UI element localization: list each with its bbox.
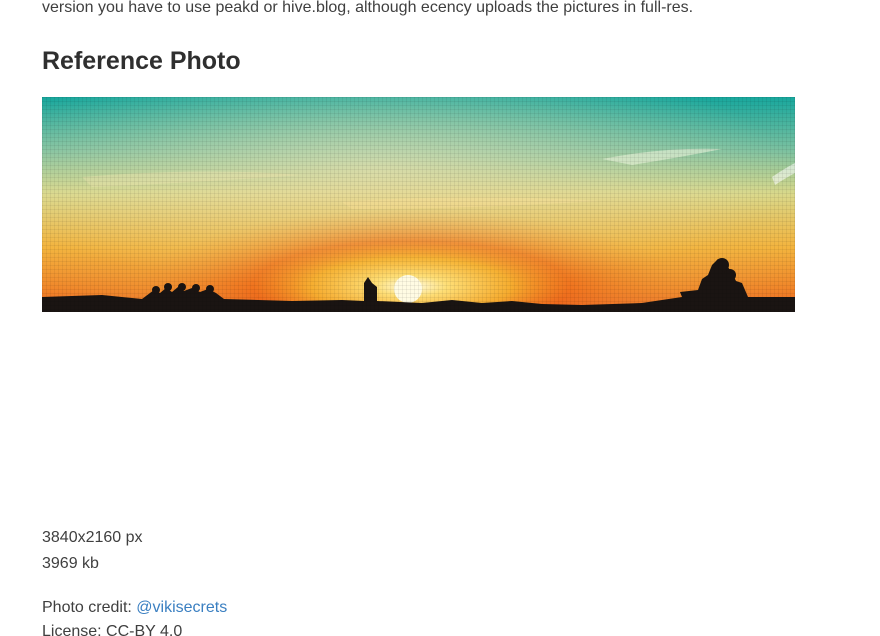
image-file-size: 3969 kb	[42, 555, 99, 572]
photo-credit-user-link[interactable]: @vikisecrets	[136, 599, 227, 616]
section-heading: Reference Photo	[42, 47, 241, 75]
reference-photo	[42, 97, 795, 312]
photo-credit: Photo credit: @vikisecrets	[42, 597, 227, 619]
intro-paragraph: version you have to use peakd or hive.bl…	[42, 0, 694, 16]
photo-license: License: CC-BY 4.0	[42, 623, 183, 636]
image-resolution: 3840x2160 px	[42, 529, 143, 546]
photo-credit-label: Photo credit:	[42, 599, 137, 616]
